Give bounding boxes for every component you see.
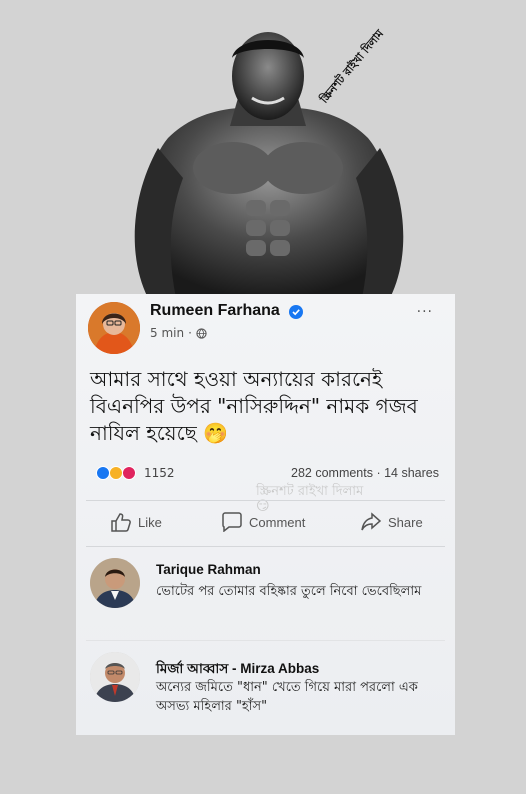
like-reaction-icon	[96, 466, 110, 480]
thumbs-up-icon	[111, 513, 131, 532]
share-arrow-icon	[361, 512, 382, 531]
post-meta: 5 min ·	[150, 326, 207, 340]
comment-item: মির্জা আব্বাস - Mirza Abbas অন্যের জমিতে…	[88, 650, 448, 730]
divider-comments	[86, 640, 445, 641]
author-avatar[interactable]	[88, 302, 140, 354]
meme-figure-image	[134, 32, 404, 298]
verified-badge-icon	[289, 305, 303, 319]
like-button[interactable]: Like	[110, 512, 162, 532]
comment-button[interactable]: Comment	[221, 512, 305, 532]
reactions-summary[interactable]: 1152	[96, 466, 175, 480]
divider-top	[86, 500, 445, 501]
comment-text: ভোটের পর তোমার বহিষ্কার তুলে নিবো ভেবেছি…	[156, 584, 422, 599]
reaction-count: 1152	[144, 466, 175, 480]
commenter-name[interactable]: Tarique Rahman	[156, 562, 261, 577]
comment-item: Tarique Rahman ভোটের পর তোমার বহিষ্কার ত…	[88, 556, 448, 636]
commenter-avatar[interactable]	[90, 558, 140, 608]
commenter-avatar[interactable]	[90, 652, 140, 702]
author-name[interactable]: Rumeen Farhana	[150, 302, 280, 320]
comment-label: Comment	[249, 514, 306, 530]
watermark-overlay-text: স্ক্রিনশট রাইখা দিলাম😏	[256, 484, 364, 514]
meta-separator: ·	[188, 326, 192, 340]
like-label: Like	[138, 514, 162, 530]
love-reaction-icon	[122, 466, 136, 480]
comment-text: অন্যের জমিতে "ধান" খেতে গিয়ে মারা পরলো …	[156, 680, 418, 714]
globe-icon	[196, 327, 207, 339]
haha-reaction-icon	[109, 466, 123, 480]
comments-shares-count[interactable]: 282 comments · 14 shares	[291, 466, 439, 480]
more-options-icon[interactable]: ···	[417, 304, 433, 320]
share-button[interactable]: Share	[360, 512, 423, 532]
comment-bubble-icon	[222, 512, 242, 532]
facebook-post-card: Rumeen Farhana 5 min · ··· আমার সাথে হওয…	[76, 294, 455, 735]
share-label: Share	[388, 514, 423, 530]
post-time[interactable]: 5 min	[150, 326, 184, 340]
divider-bottom	[86, 546, 445, 547]
post-text: আমার সাথে হওয়া অন্যায়ের কারনেই বিএনপির…	[90, 367, 418, 445]
